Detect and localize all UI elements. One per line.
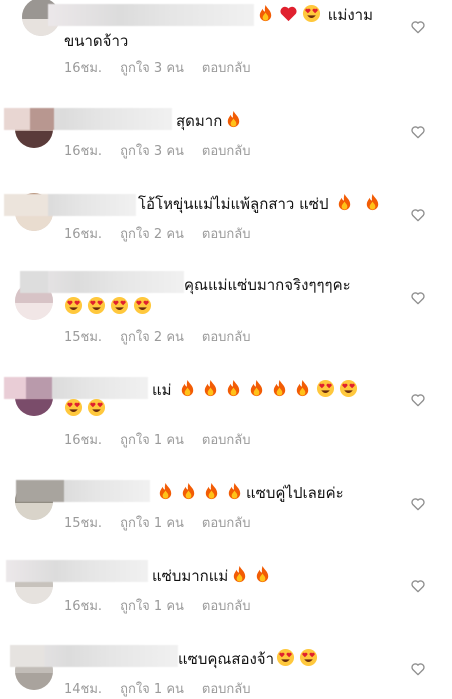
likes-count[interactable]: ถูกใจ 1 คน xyxy=(120,599,184,614)
fire-emoji xyxy=(230,565,249,584)
timestamp: 14ชม. xyxy=(64,682,103,697)
fire-emoji xyxy=(293,379,312,398)
heart-eyes-emoji xyxy=(299,648,318,667)
heart-eyes-emoji xyxy=(302,4,321,23)
comment-text: แม่งาม xyxy=(254,3,373,27)
username-redacted[interactable] xyxy=(4,108,172,130)
comment-text-part: คุณแม่แซ่บมากจริงๆๆๆคะ xyxy=(184,276,351,294)
comment-text-part: สุดมาก xyxy=(176,112,223,130)
heart-outline-icon[interactable] xyxy=(410,496,426,512)
reply-button[interactable]: ตอบกลับ xyxy=(202,330,251,345)
fire-emoji xyxy=(363,193,382,212)
username-redacted[interactable] xyxy=(48,4,254,26)
heart-outline-icon[interactable] xyxy=(410,207,426,223)
reply-button[interactable]: ตอบกลับ xyxy=(202,599,251,614)
comment-meta: 16ชม. ถูกใจ 1 คน ตอบกลับ xyxy=(64,429,269,450)
likes-count[interactable]: ถูกใจ 1 คน xyxy=(120,433,184,448)
comment-text: โอ้โหขุ่นแม่ไม่แพ้ลูกสาว แซ่ป xyxy=(138,192,384,216)
heart-eyes-emoji xyxy=(64,398,83,417)
comment-text-part: แซบคู่ไปเลยค่ะ xyxy=(246,484,344,502)
comment-meta: 16ชม. ถูกใจ 1 คน ตอบกลับ xyxy=(64,595,269,616)
comment-meta: 16ชม. ถูกใจ 3 คน ตอบกลับ xyxy=(64,57,269,78)
comment-meta: 15ชม. ถูกใจ 1 คน ตอบกลับ xyxy=(64,512,269,533)
likes-count[interactable]: ถูกใจ 2 คน xyxy=(120,227,184,242)
comment-text-part: แม่งาม xyxy=(327,6,373,24)
heart-eyes-emoji xyxy=(133,296,152,315)
comment-text-line2: ขนาดจ้าว xyxy=(64,32,129,50)
likes-count[interactable]: ถูกใจ 1 คน xyxy=(120,516,184,531)
reply-button[interactable]: ตอบกลับ xyxy=(202,61,251,76)
heart-eyes-emoji xyxy=(316,379,335,398)
username-redacted[interactable] xyxy=(4,377,148,399)
comment-text-part: แซบคุณสองจ้า xyxy=(178,650,275,668)
timestamp: 16ชม. xyxy=(64,599,103,614)
comment-text-part: โอ้โหขุ่นแม่ไม่แพ้ลูกสาว แซ่ป xyxy=(138,195,329,213)
reply-button[interactable]: ตอบกลับ xyxy=(202,144,251,159)
username-redacted[interactable] xyxy=(4,194,136,216)
comment-meta: 16ชม. ถูกใจ 2 คน ตอบกลับ xyxy=(64,223,269,244)
heart-outline-icon[interactable] xyxy=(410,19,426,35)
comment-text: แม่ xyxy=(152,378,360,402)
heart-eyes-emoji xyxy=(64,296,83,315)
reply-button[interactable]: ตอบกลับ xyxy=(202,516,251,531)
likes-count[interactable]: ถูกใจ 2 คน xyxy=(120,330,184,345)
fire-emoji xyxy=(225,482,244,501)
comment-text-part: แซ่บมากแม่ xyxy=(152,567,229,585)
emoji-line xyxy=(62,295,154,319)
fire-emoji xyxy=(247,379,266,398)
heart-eyes-emoji xyxy=(276,648,295,667)
username-redacted[interactable] xyxy=(20,271,184,293)
fire-emoji xyxy=(179,482,198,501)
fire-emoji xyxy=(253,565,272,584)
heart-eyes-emoji xyxy=(87,296,106,315)
comment-text: แซ่บมากแม่ xyxy=(152,564,274,588)
heart-outline-icon[interactable] xyxy=(410,290,426,306)
timestamp: 15ชม. xyxy=(64,516,103,531)
reply-button[interactable]: ตอบกลับ xyxy=(202,433,251,448)
username-redacted[interactable] xyxy=(6,560,148,582)
comment-text: คุณแม่แซ่บมากจริงๆๆๆคะ xyxy=(184,273,351,297)
timestamp: 16ชม. xyxy=(64,433,103,448)
comment-text: สุดมาก xyxy=(176,109,245,133)
comment-meta: 15ชม. ถูกใจ 2 คน ตอบกลับ xyxy=(64,326,269,347)
emoji-line xyxy=(62,397,108,421)
comment-text: แซบคู่ไปเลยค่ะ xyxy=(154,481,344,505)
username-redacted[interactable] xyxy=(10,645,178,667)
heart-outline-icon[interactable] xyxy=(410,661,426,677)
heart-outline-icon[interactable] xyxy=(410,124,426,140)
fire-emoji xyxy=(178,379,197,398)
comment-meta: 16ชม. ถูกใจ 3 คน ตอบกลับ xyxy=(64,140,269,161)
likes-count[interactable]: ถูกใจ 1 คน xyxy=(120,682,184,697)
reply-button[interactable]: ตอบกลับ xyxy=(202,682,251,697)
heart-outline-icon[interactable] xyxy=(410,578,426,594)
likes-count[interactable]: ถูกใจ 3 คน xyxy=(120,144,184,159)
username-redacted[interactable] xyxy=(16,480,150,502)
timestamp: 16ชม. xyxy=(64,61,103,76)
heart-eyes-emoji xyxy=(110,296,129,315)
comment-text: แซบคุณสองจ้า xyxy=(178,647,320,671)
likes-count[interactable]: ถูกใจ 3 คน xyxy=(120,61,184,76)
fire-emoji xyxy=(224,379,243,398)
heart-outline-icon[interactable] xyxy=(410,392,426,408)
fire-emoji xyxy=(335,193,354,212)
red-heart-emoji xyxy=(279,4,298,23)
comment-text-part: แม่ xyxy=(152,381,172,399)
timestamp: 16ชม. xyxy=(64,144,103,159)
heart-eyes-emoji xyxy=(339,379,358,398)
reply-button[interactable]: ตอบกลับ xyxy=(202,227,251,242)
timestamp: 16ชม. xyxy=(64,227,103,242)
fire-emoji xyxy=(224,110,243,129)
fire-emoji xyxy=(156,482,175,501)
fire-emoji xyxy=(201,379,220,398)
timestamp: 15ชม. xyxy=(64,330,103,345)
fire-emoji xyxy=(256,4,275,23)
fire-emoji xyxy=(202,482,221,501)
fire-emoji xyxy=(270,379,289,398)
heart-eyes-emoji xyxy=(87,398,106,417)
